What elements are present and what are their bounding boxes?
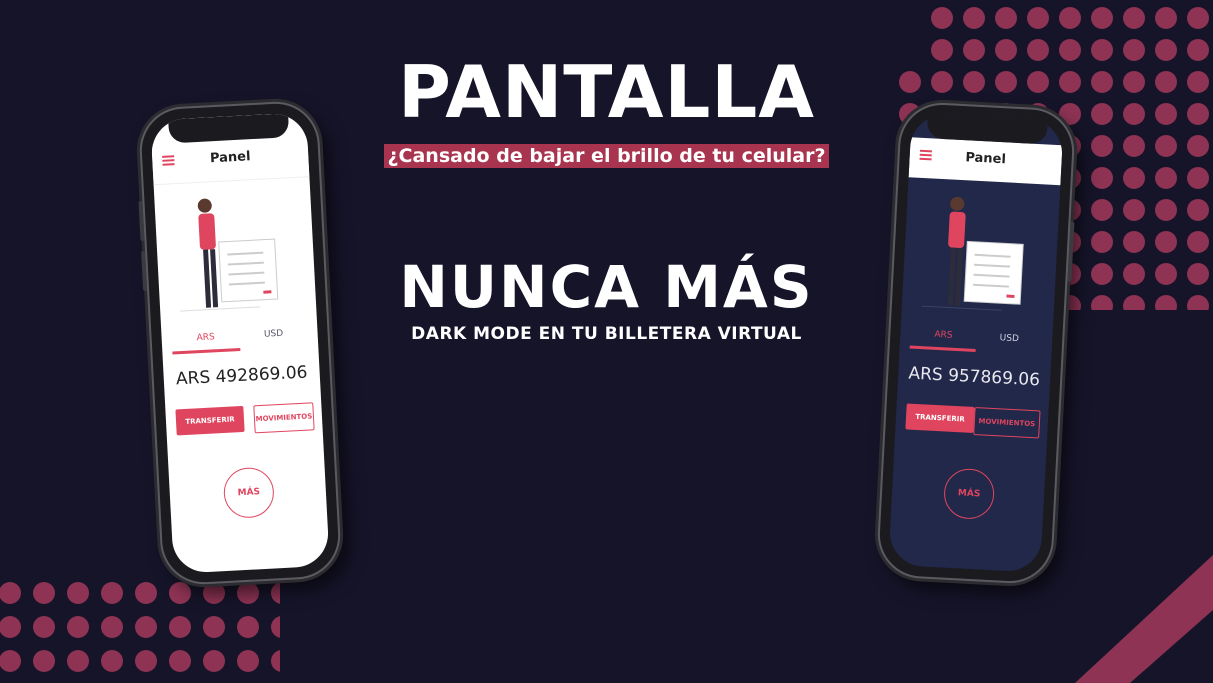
phone-light-mode: Panel ARS USD ARS 492869.06 TRANSFERIR M… <box>137 99 343 587</box>
transfer-button[interactable]: TRANSFERIR <box>175 405 245 436</box>
more-button[interactable]: MÁS <box>222 466 276 520</box>
phone-light-screen: Panel ARS USD ARS 492869.06 TRANSFERIR M… <box>150 112 330 574</box>
balance-amount: ARS 492869.06 <box>175 362 308 390</box>
transfer-button[interactable]: TRANSFERIR <box>905 403 975 433</box>
currency-tabs: ARS USD <box>171 320 308 357</box>
phone-dark-screen: Panel ARS USD ARS 957869.06 TRANSFERIR M… <box>888 113 1064 573</box>
person-illustration <box>180 198 279 312</box>
panel-title: Panel <box>209 149 251 167</box>
tab-usd[interactable]: USD <box>976 325 1043 352</box>
movements-button[interactable]: MOVIMIENTOS <box>253 402 315 434</box>
currency-tabs: ARS USD <box>909 321 1043 359</box>
tab-ars[interactable]: ARS <box>171 324 241 355</box>
person-illustration <box>921 196 1024 311</box>
tab-ars[interactable]: ARS <box>909 321 977 352</box>
app-header: Panel <box>151 136 310 186</box>
balance-amount: ARS 957869.06 <box>907 363 1041 391</box>
movements-button[interactable]: MOVIMIENTOS <box>973 407 1041 439</box>
tab-usd[interactable]: USD <box>239 320 308 348</box>
panel-title: Panel <box>965 150 1007 168</box>
headline-question: ¿Cansado de bajar el brillo de tu celula… <box>383 144 830 168</box>
more-button[interactable]: MÁS <box>942 467 996 521</box>
phone-dark-mode: Panel ARS USD ARS 957869.06 TRANSFERIR M… <box>875 100 1077 586</box>
app-header: Panel <box>908 137 1063 186</box>
